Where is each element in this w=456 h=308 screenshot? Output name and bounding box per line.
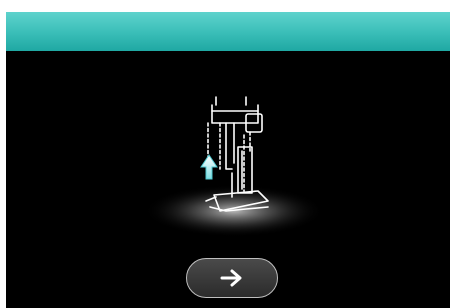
machine-screen bbox=[6, 12, 450, 308]
header-bar bbox=[6, 12, 450, 51]
arrow-right-icon bbox=[220, 269, 242, 287]
up-arrow-icon bbox=[200, 154, 218, 180]
next-button[interactable] bbox=[186, 258, 278, 298]
presser-foot-illustration bbox=[6, 51, 450, 251]
